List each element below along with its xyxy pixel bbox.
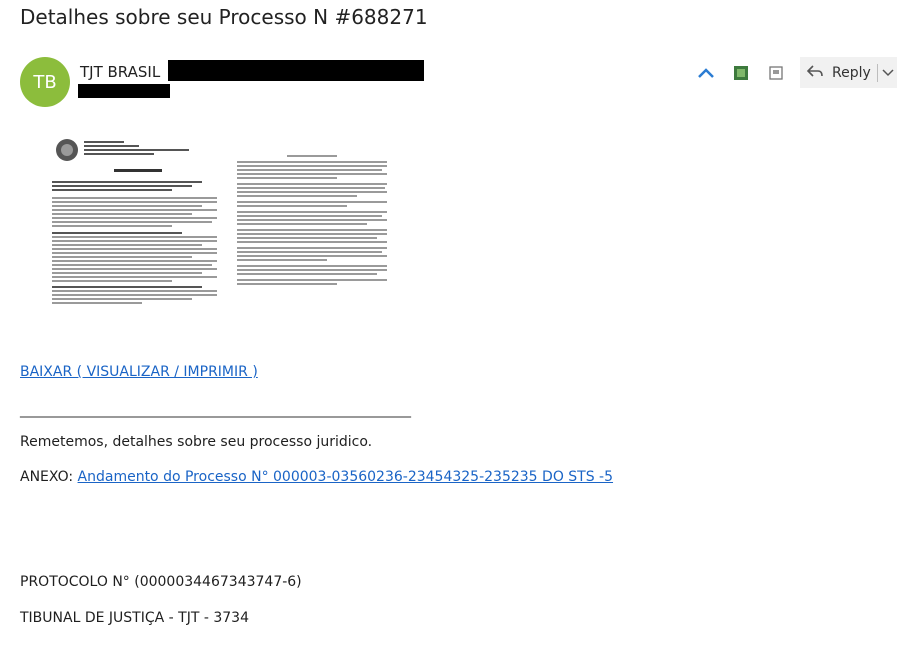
archive-icon[interactable] bbox=[765, 62, 787, 84]
document-preview-image[interactable] bbox=[52, 135, 392, 345]
tribunal-text: TIBUNAL DE JUSTIÇA - TJT - 3734 bbox=[20, 610, 249, 626]
document-title-line bbox=[114, 169, 162, 172]
email-subject: Detalhes sobre seu Processo N #688271 bbox=[20, 5, 428, 29]
redacted-sender-address bbox=[168, 60, 424, 81]
reply-button[interactable]: Reply bbox=[800, 57, 897, 88]
body-text: Remetemos, detalhes sobre seu processo j… bbox=[20, 434, 373, 450]
sender-name: TJT BRASIL bbox=[80, 63, 161, 81]
reply-label: Reply bbox=[832, 64, 871, 81]
protocol-text: PROTOCOLO N° (0000034467343747-6) bbox=[20, 574, 302, 590]
annex-line: ANEXO: Andamento do Processo N° 000003-0… bbox=[20, 469, 613, 485]
annex-label: ANEXO: bbox=[20, 469, 78, 485]
coat-of-arms-icon bbox=[56, 139, 78, 161]
document-page-left bbox=[52, 135, 222, 345]
reply-arrow-icon bbox=[806, 64, 824, 82]
divider-line: ________________________________________… bbox=[20, 402, 411, 418]
header-actions bbox=[695, 57, 800, 89]
annex-link[interactable]: Andamento do Processo N° 000003-03560236… bbox=[78, 469, 614, 485]
document-page-right bbox=[237, 153, 392, 343]
avatar: TB bbox=[20, 57, 70, 107]
reply-divider bbox=[876, 63, 878, 82]
download-link[interactable]: BAIXAR ( VISUALIZAR / IMPRIMIR ) bbox=[20, 364, 258, 380]
addin-icon[interactable] bbox=[730, 62, 752, 84]
redacted-recipient bbox=[78, 84, 170, 98]
chevron-up-icon[interactable] bbox=[695, 62, 717, 84]
chevron-down-icon[interactable] bbox=[882, 65, 894, 81]
